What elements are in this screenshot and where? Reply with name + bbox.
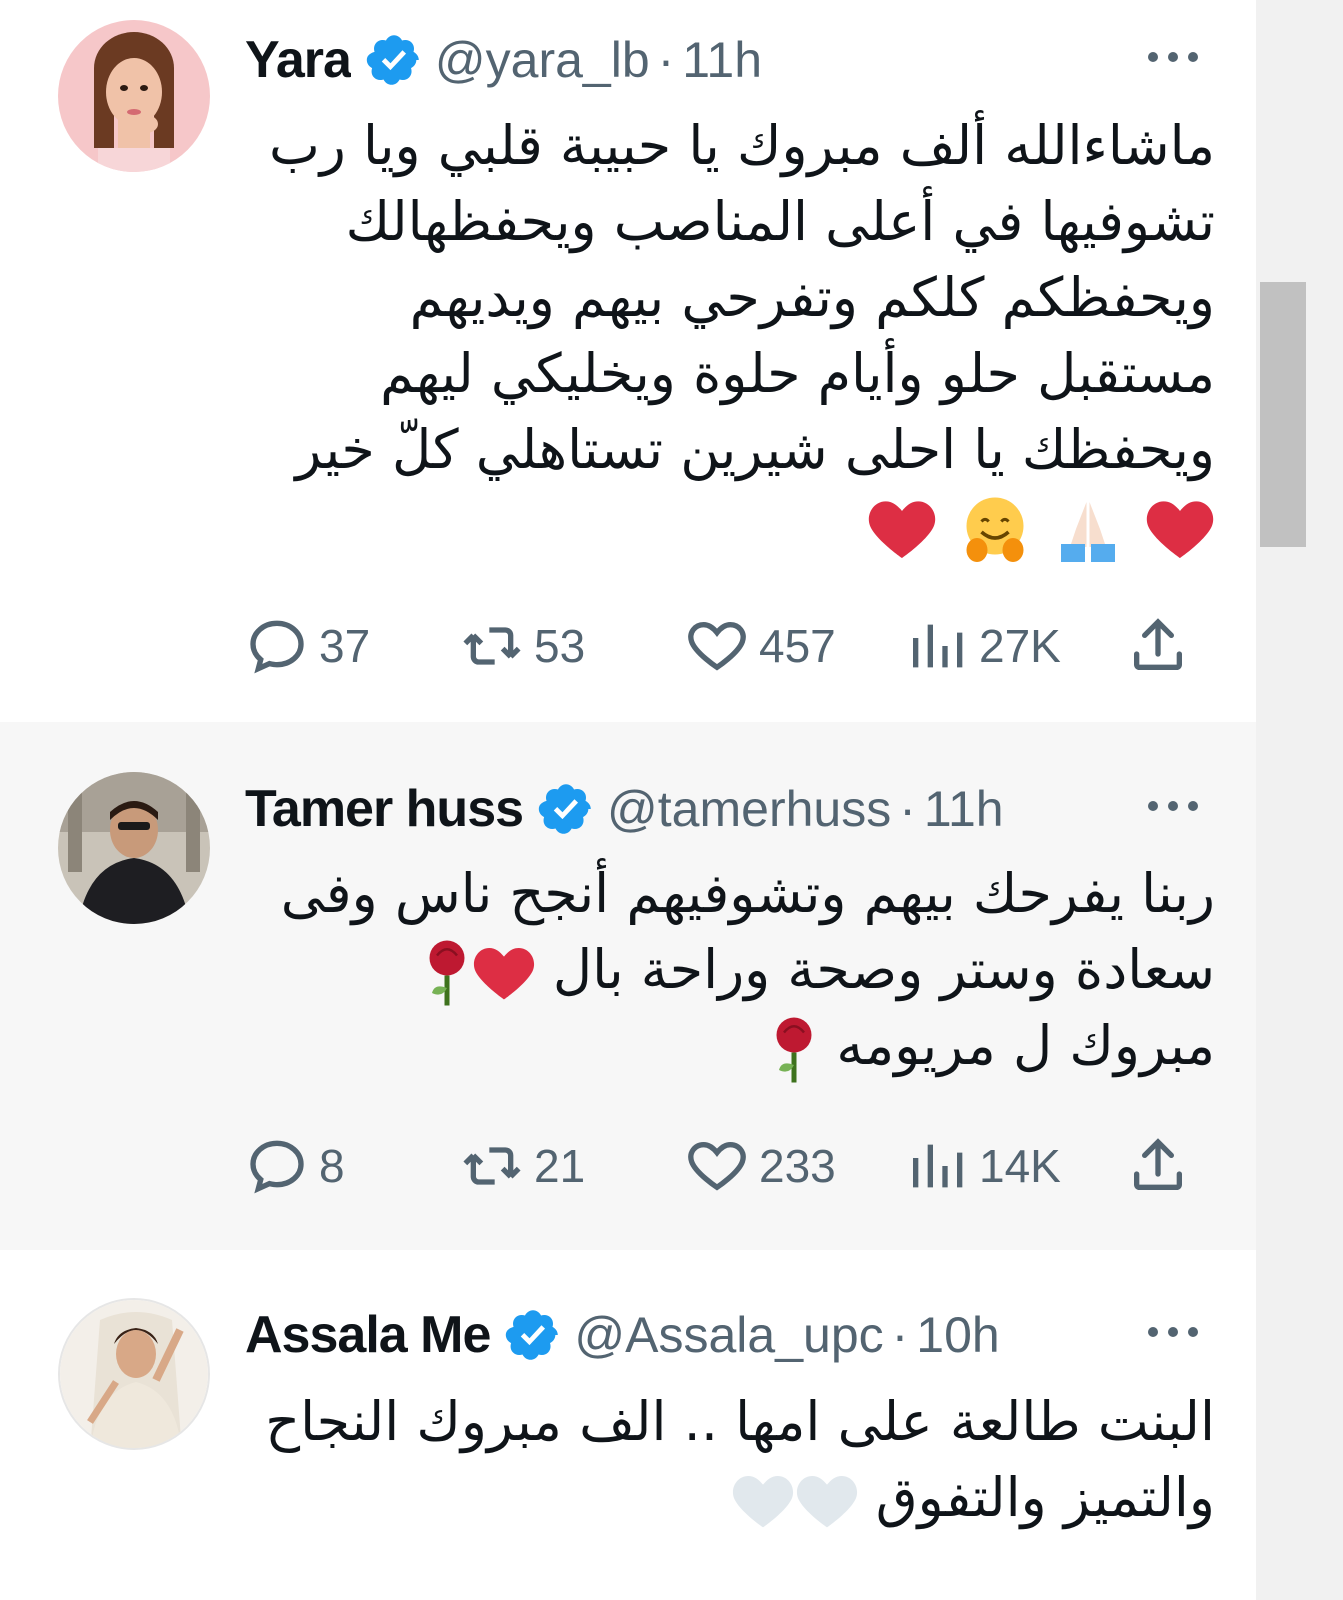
meta-separator: · <box>899 781 916 837</box>
avatar-yara[interactable] <box>58 20 210 172</box>
meta-separator: · <box>891 1307 909 1363</box>
tweet-text-line: ويحفظك يا احلى شيرين تستاهلي كلّ خير <box>295 418 1215 481</box>
tweet-text-line: مبروك ل مريومه <box>245 1008 1215 1084</box>
reply-count: 37 <box>319 620 371 672</box>
tweet-text-line: البنت طالعة على امها .. الف مبروك النجاح <box>265 1390 1215 1453</box>
tweet-text-line: سعادة وستر وصحة وراحة بال <box>245 932 1215 1008</box>
more-options-icon[interactable] <box>1138 776 1208 836</box>
verified-badge-icon <box>538 784 591 834</box>
like-count: 457 <box>759 620 836 672</box>
tweet-text-fragment: والتميز والتفوق <box>875 1466 1215 1529</box>
meta-separator: · <box>657 32 675 88</box>
tweet-text: ماشاءالله ألف مبروك يا حبيبة قلبي ويا رب… <box>245 108 1215 564</box>
tweet-text-line: تشوفيها في أعلى المناصب ويحفظهالك <box>345 190 1215 253</box>
red-heart-icon <box>1146 501 1214 559</box>
repost-icon <box>463 1147 521 1185</box>
tweet-text-line: ويحفظكم كلكم وتفرحي بيهم ويديهم <box>409 266 1215 329</box>
like-count: 233 <box>759 1140 836 1192</box>
avatar-tamer[interactable] <box>58 772 210 924</box>
repost-icon <box>463 627 521 665</box>
rose-icon <box>776 1017 812 1083</box>
analytics-icon <box>913 624 963 668</box>
share-button[interactable] <box>1126 1126 1190 1206</box>
tweet-actions: 37 53 457 27K <box>245 606 1190 686</box>
tweet-time[interactable]: 10h <box>916 1306 999 1364</box>
view-count: 27K <box>979 620 1061 672</box>
more-options-icon[interactable] <box>1138 27 1208 87</box>
tweet-time[interactable]: 11h <box>924 780 1004 838</box>
tweet-header: Assala Me @Assala_upc · 10h <box>245 1300 1208 1370</box>
scrollbar-thumb[interactable] <box>1260 282 1306 547</box>
tweet-assala[interactable]: Assala Me @Assala_upc · 10h البنت طالعة … <box>0 1250 1278 1600</box>
avatar-assala[interactable] <box>58 1298 210 1450</box>
tweet-text-line: مستقبل حلو وأيام حلوة ويخليكي ليهم <box>380 342 1215 405</box>
scrollbar-track[interactable] <box>1256 0 1343 1600</box>
tweet-text-line: ربنا يفرحك بيهم وتشوفيهم أنجح ناس وفى <box>280 862 1215 925</box>
repost-count: 21 <box>534 1140 586 1192</box>
view-count: 14K <box>979 1140 1061 1192</box>
tweet-text-line: والتميز والتفوق <box>245 1460 1215 1536</box>
like-button[interactable]: 457 <box>685 606 836 686</box>
red-heart-icon <box>473 948 534 1000</box>
like-button[interactable]: 233 <box>685 1126 836 1206</box>
heart-icon <box>688 621 746 671</box>
tweet-text: البنت طالعة على امها .. الف مبروك النجاح… <box>245 1384 1215 1536</box>
tweet-text: ربنا يفرحك بيهم وتشوفيهم أنجح ناس وفى سع… <box>245 856 1215 1085</box>
share-icon <box>1134 618 1182 670</box>
tweet-text-fragment: مبروك ل مريومه <box>836 1014 1215 1078</box>
views-button[interactable]: 27K <box>905 606 1061 686</box>
reply-icon <box>250 1140 304 1194</box>
author-name[interactable]: Yara <box>245 30 351 90</box>
timeline-feed: Yara @yara_lb · 11h ماشاءالله ألف مبروك … <box>0 0 1278 1600</box>
author-handle[interactable]: @tamerhuss <box>607 780 891 838</box>
white-heart-icon <box>796 1476 857 1528</box>
tweet-actions: 8 21 233 14K <box>245 1126 1190 1206</box>
tweet-tamer[interactable]: Tamer huss @tamerhuss · 11h ربنا يفرحك ب… <box>0 722 1278 1250</box>
white-heart-icon <box>732 1476 793 1528</box>
share-button[interactable] <box>1126 606 1190 686</box>
tweet-header: Tamer huss @tamerhuss · 11h <box>245 774 1208 844</box>
tweet-text-fragment: سعادة وستر وصحة وراحة بال <box>552 938 1215 1001</box>
verified-badge-icon <box>366 35 419 85</box>
red-heart-icon <box>869 501 936 559</box>
tweet-header: Yara @yara_lb · 11h <box>245 25 1208 95</box>
tweet-text-line: ماشاءالله ألف مبروك يا حبيبة قلبي ويا رب <box>268 114 1215 177</box>
emoji-row <box>245 488 1215 564</box>
views-button[interactable]: 14K <box>905 1126 1061 1206</box>
reply-icon <box>250 620 304 674</box>
author-name[interactable]: Tamer huss <box>245 779 523 839</box>
tweet-time[interactable]: 11h <box>682 31 762 89</box>
share-icon <box>1134 1138 1182 1190</box>
reply-count: 8 <box>319 1140 345 1192</box>
analytics-icon <box>913 1144 963 1188</box>
author-handle[interactable]: @Assala_upc <box>574 1306 883 1364</box>
heart-icon <box>688 1141 746 1191</box>
repost-button[interactable]: 53 <box>460 606 585 686</box>
rose-icon <box>429 940 465 1006</box>
verified-badge-icon <box>506 1310 559 1360</box>
tweet-yara[interactable]: Yara @yara_lb · 11h ماشاءالله ألف مبروك … <box>0 0 1278 720</box>
folded-hands-icon <box>1060 502 1115 563</box>
hugging-face-icon <box>966 497 1024 563</box>
author-handle[interactable]: @yara_lb <box>435 31 650 89</box>
more-options-icon[interactable] <box>1138 1302 1208 1362</box>
author-name[interactable]: Assala Me <box>245 1305 490 1365</box>
reply-button[interactable]: 37 <box>245 606 370 686</box>
repost-count: 53 <box>534 620 586 672</box>
repost-button[interactable]: 21 <box>460 1126 585 1206</box>
reply-button[interactable]: 8 <box>245 1126 345 1206</box>
